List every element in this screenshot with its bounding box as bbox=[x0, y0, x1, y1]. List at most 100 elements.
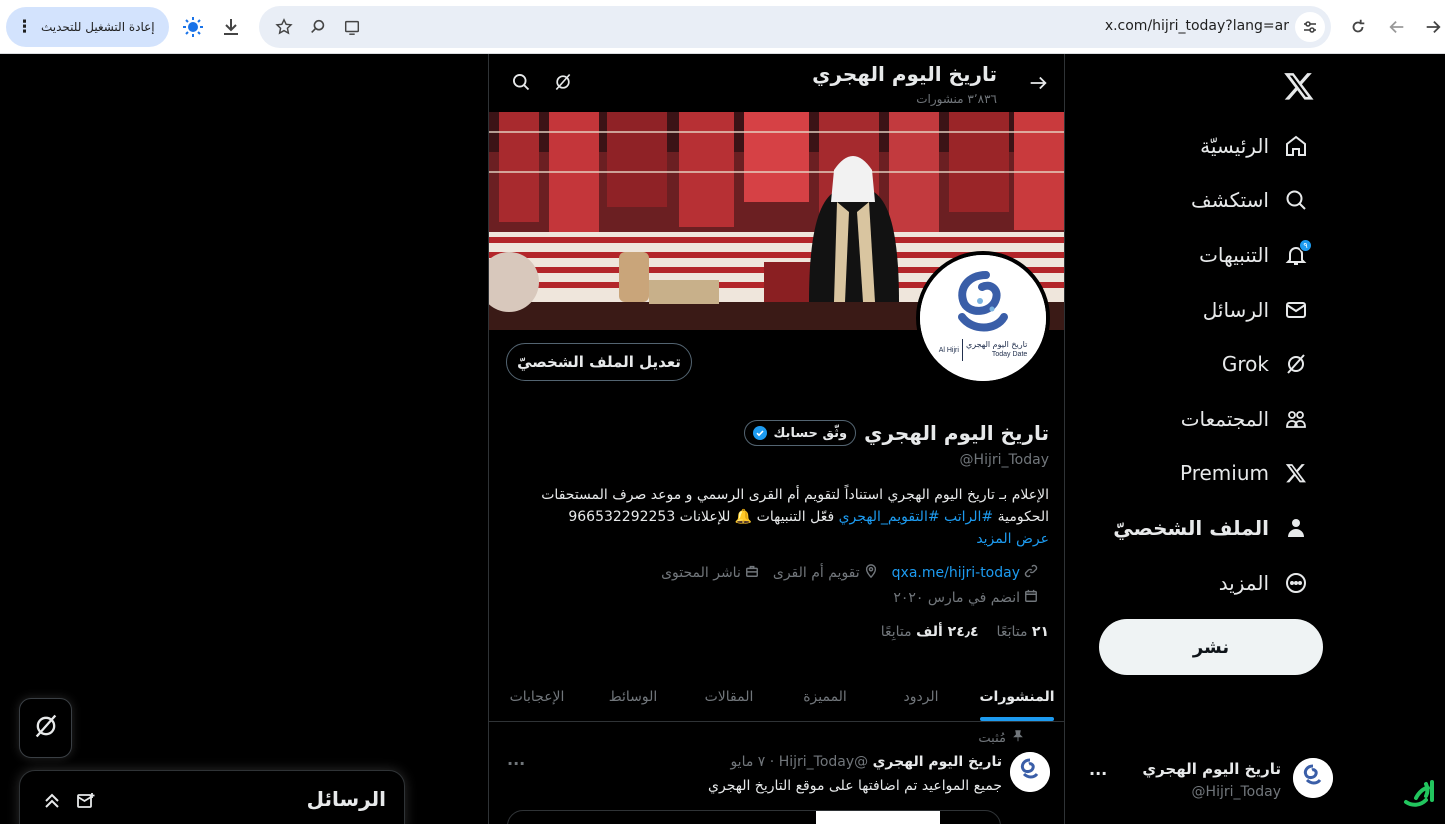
followers-link[interactable]: ٢٤٫٤ ألف متابِعًا bbox=[881, 624, 979, 640]
x-logo-icon bbox=[1283, 460, 1309, 486]
tweet-text: جميع المواعيد تم اضافتها على موقع التاري… bbox=[708, 778, 1002, 794]
bell-icon: ٩ bbox=[1283, 239, 1312, 268]
edit-profile-button[interactable]: تعديل الملف الشخصيّ bbox=[506, 343, 692, 381]
posts-count: ٣٬٨٣٦ منشورات bbox=[916, 92, 997, 106]
grok-icon bbox=[32, 712, 60, 744]
joined-text: انضم في مارس ٢٠٢٠ bbox=[893, 590, 1020, 606]
back-arrow-icon[interactable] bbox=[1027, 72, 1049, 94]
profile-handle: @Hijri_Today bbox=[959, 452, 1049, 468]
post-button[interactable]: نشر bbox=[1099, 619, 1323, 675]
sidebar-item-label: التنبيهات bbox=[1199, 243, 1269, 267]
tweet-date[interactable]: ٧ مايو bbox=[730, 754, 765, 770]
tab-highlights[interactable]: المميزة bbox=[777, 672, 873, 721]
follow-counts: ٢١ متابَعًا ٢٤٫٤ ألف متابِعًا bbox=[881, 624, 1049, 640]
page-title: تاريخ اليوم الهجري bbox=[812, 62, 997, 86]
browser-toolbar: ⋮ إعادة التشغيل للتحديث x.com/hijri_toda… bbox=[0, 0, 1445, 54]
sidebar-item-communities[interactable]: المجتمعات bbox=[1181, 399, 1309, 439]
profile-bio: الإعلام بـ تاريخ اليوم الهجري استناداً ل… bbox=[519, 484, 1049, 550]
avatar[interactable] bbox=[1010, 752, 1050, 792]
tab-media[interactable]: الوسائط bbox=[585, 672, 681, 721]
sidebar-item-notifications[interactable]: ٩ التنبيهات bbox=[1199, 235, 1312, 275]
download-icon[interactable] bbox=[218, 14, 244, 40]
install-app-icon[interactable] bbox=[339, 14, 365, 40]
location-text: تقويم أم القرى bbox=[772, 565, 860, 581]
profile-location: تقويم أم القرى bbox=[773, 564, 878, 582]
account-handle: @Hijri_Today bbox=[1191, 784, 1281, 800]
tab-replies[interactable]: الردود bbox=[873, 672, 969, 721]
relaunch-label: إعادة التشغيل للتحديث bbox=[41, 20, 155, 34]
messages-drawer-title: الرسائل bbox=[306, 787, 386, 811]
show-more-link[interactable]: عرض المزيد bbox=[519, 528, 1049, 550]
reload-icon[interactable] bbox=[1345, 14, 1371, 40]
avatar-text-en: Al Hijri bbox=[938, 346, 959, 354]
sidebar-item-home[interactable]: الرئيسيّة bbox=[1200, 126, 1309, 166]
pinned-label: مُثبت bbox=[978, 730, 1006, 746]
more-icon[interactable]: ··· bbox=[1089, 764, 1107, 783]
sidebar-item-label: Premium bbox=[1180, 461, 1269, 485]
profile-meta: qxa.me/hijri-today تقويم أم القرى ناشر ا… bbox=[661, 564, 1038, 582]
home-icon bbox=[1283, 133, 1309, 159]
notification-badge: ٩ bbox=[1299, 239, 1312, 252]
sidebar-item-grok[interactable]: Grok bbox=[1222, 344, 1309, 384]
extension-icon[interactable] bbox=[180, 14, 206, 40]
search-icon[interactable] bbox=[511, 72, 533, 94]
following-link[interactable]: ٢١ متابَعًا bbox=[997, 624, 1049, 640]
person-icon bbox=[1283, 515, 1309, 541]
profile-category: ناشر المحتوى bbox=[661, 564, 759, 582]
bookmark-star-icon[interactable] bbox=[271, 14, 297, 40]
tweet-author-name[interactable]: تاريخ اليوم الهجري bbox=[873, 754, 1002, 770]
sidebar-item-messages[interactable]: الرسائل bbox=[1203, 290, 1309, 330]
zoom-icon[interactable] bbox=[305, 14, 331, 40]
messages-drawer[interactable]: الرسائل bbox=[19, 770, 405, 824]
sidebar-item-label: الرئيسيّة bbox=[1200, 134, 1269, 158]
account-name: تاريخ اليوم الهجري bbox=[1142, 760, 1281, 778]
grok-floating-button[interactable] bbox=[19, 698, 72, 758]
sidebar-item-premium[interactable]: Premium bbox=[1180, 453, 1309, 493]
tweet-media-card[interactable] bbox=[507, 810, 1001, 824]
address-bar[interactable]: x.com/hijri_today?lang=ar bbox=[259, 6, 1331, 48]
sidebar-item-profile[interactable]: الملف الشخصيّ bbox=[1113, 508, 1309, 548]
get-verified-button[interactable]: وثّق حسابك bbox=[744, 420, 857, 446]
back-icon[interactable] bbox=[1420, 14, 1445, 40]
sidebar-item-label: Grok bbox=[1221, 352, 1269, 376]
avatar bbox=[1293, 758, 1333, 798]
x-logo-icon[interactable] bbox=[1283, 70, 1315, 102]
sidebar-item-label: استكشف bbox=[1191, 188, 1269, 212]
profile-name-row: تاريخ اليوم الهجري وثّق حسابك bbox=[744, 420, 1049, 446]
tab-likes[interactable]: الإعجابات bbox=[489, 672, 585, 721]
url-text: x.com/hijri_today?lang=ar bbox=[1104, 18, 1289, 34]
verify-label: وثّق حسابك bbox=[773, 425, 848, 441]
forward-icon[interactable] bbox=[1384, 14, 1410, 40]
tab-posts[interactable]: المنشورات bbox=[969, 672, 1064, 721]
sidebar-item-explore[interactable]: استكشف bbox=[1191, 180, 1309, 220]
relaunch-to-update-button[interactable]: ⋮ إعادة التشغيل للتحديث bbox=[6, 7, 169, 47]
expand-up-icon[interactable] bbox=[42, 791, 64, 813]
sidebar-item-label: المزيد bbox=[1218, 571, 1269, 595]
profile-avatar[interactable]: Al Hijri تاريخ اليوم الهجري Today Date bbox=[916, 251, 1050, 385]
new-message-icon[interactable] bbox=[76, 791, 98, 813]
sidebar-item-label: المجتمعات bbox=[1180, 407, 1269, 431]
envelope-icon bbox=[1283, 297, 1309, 323]
profile-tabs: المنشورات الردود المميزة المقالات الوسائ… bbox=[489, 672, 1064, 722]
sidebar-item-more[interactable]: المزيد bbox=[1219, 563, 1309, 603]
profile-timeline: تاريخ اليوم الهجري ٣٬٨٣٦ منشورات Al Hijr… bbox=[488, 54, 1064, 824]
bio-hashtags-link[interactable]: #الراتب #التقويم_الهجري bbox=[839, 509, 994, 525]
site-settings-icon[interactable] bbox=[1295, 12, 1325, 42]
grok-icon[interactable] bbox=[553, 72, 575, 94]
website-link[interactable]: qxa.me/hijri-today bbox=[892, 565, 1020, 581]
pin-icon bbox=[1012, 730, 1024, 746]
account-switcher[interactable]: تاريخ اليوم الهجري @Hijri_Today ··· bbox=[1083, 754, 1333, 808]
tweet-header: تاريخ اليوم الهجري @Hijri_Today · ٧ مايو bbox=[730, 754, 1002, 770]
more-icon[interactable]: ··· bbox=[507, 754, 525, 773]
tab-articles[interactable]: المقالات bbox=[681, 672, 777, 721]
bio-text: الإعلام بـ تاريخ اليوم الهجري استناداً ل… bbox=[541, 487, 1049, 503]
tweet-author-handle: @Hijri_Today bbox=[778, 754, 869, 770]
calendar-icon bbox=[1024, 589, 1038, 607]
sidebar-item-label: الرسائل bbox=[1202, 298, 1269, 322]
kebab-menu-icon: ⋮ bbox=[16, 16, 33, 37]
grok-icon bbox=[1283, 351, 1309, 377]
bio-text: فعّل التنبيهات 🔔 للإعلانات 966532292253 bbox=[568, 509, 839, 525]
more-circle-icon bbox=[1283, 570, 1309, 596]
profile-website: qxa.me/hijri-today bbox=[892, 564, 1038, 582]
pinned-indicator: مُثبت bbox=[978, 730, 1024, 746]
